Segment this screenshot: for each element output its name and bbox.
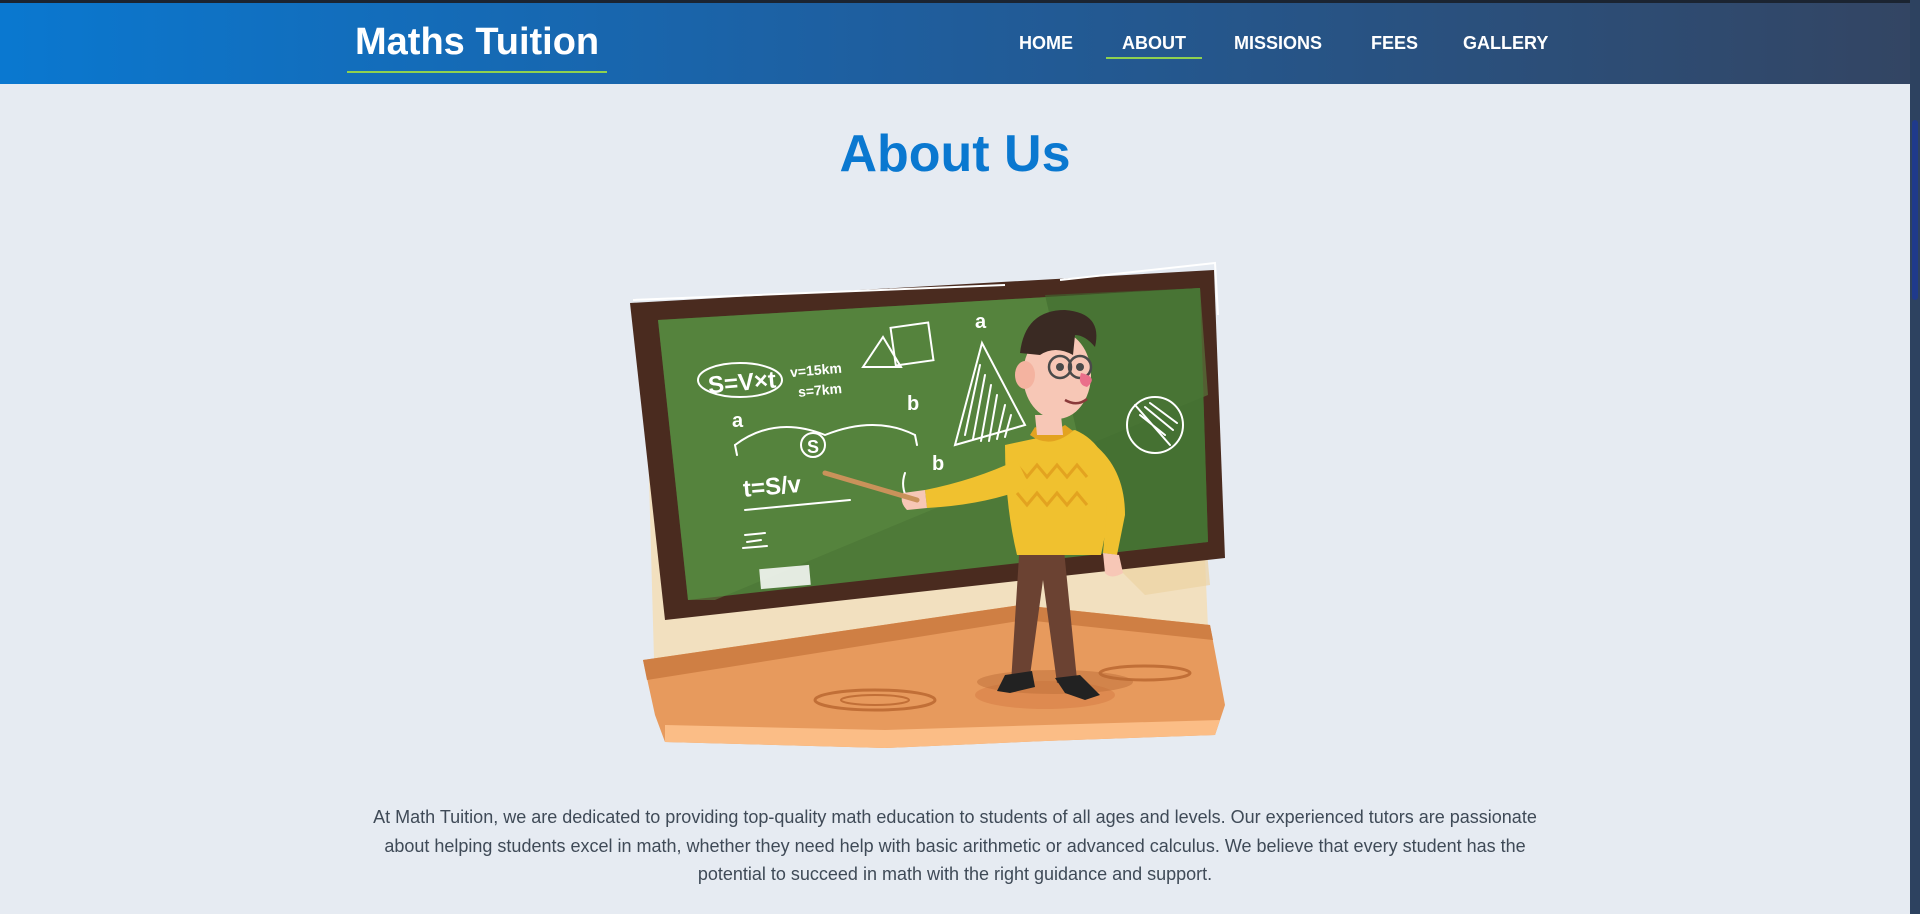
scrollbar-thumb[interactable]: [1912, 120, 1918, 300]
nav-missions[interactable]: MISSIONS: [1234, 31, 1322, 59]
nav-fees[interactable]: FEES: [1371, 31, 1418, 59]
teacher-at-chalkboard-illustration: S=V×t v=15km s=7km t=S/v a a b b S: [630, 261, 1225, 748]
navbar: Maths Tuition HOME ABOUT MISSIONS FEES G…: [0, 0, 1910, 84]
nav-home[interactable]: HOME: [1019, 31, 1073, 59]
page-title: About Us: [839, 125, 1071, 183]
board-label-b2: b: [932, 453, 944, 475]
about-paragraph: At Math Tuition, we are dedicated to pro…: [373, 807, 1537, 884]
main-nav: HOME ABOUT MISSIONS FEES GALLERY: [0, 31, 1910, 65]
nav-gallery[interactable]: GALLERY: [1463, 31, 1548, 59]
nav-about[interactable]: ABOUT: [1106, 31, 1202, 59]
page-scrollbar[interactable]: [1910, 0, 1920, 914]
board-label-s: S: [807, 437, 819, 457]
board-label-a1: a: [732, 410, 744, 432]
board-label-b1: b: [907, 393, 919, 415]
board-formula-tsv: t=S/v: [742, 471, 803, 503]
board-label-a2: a: [975, 311, 987, 333]
